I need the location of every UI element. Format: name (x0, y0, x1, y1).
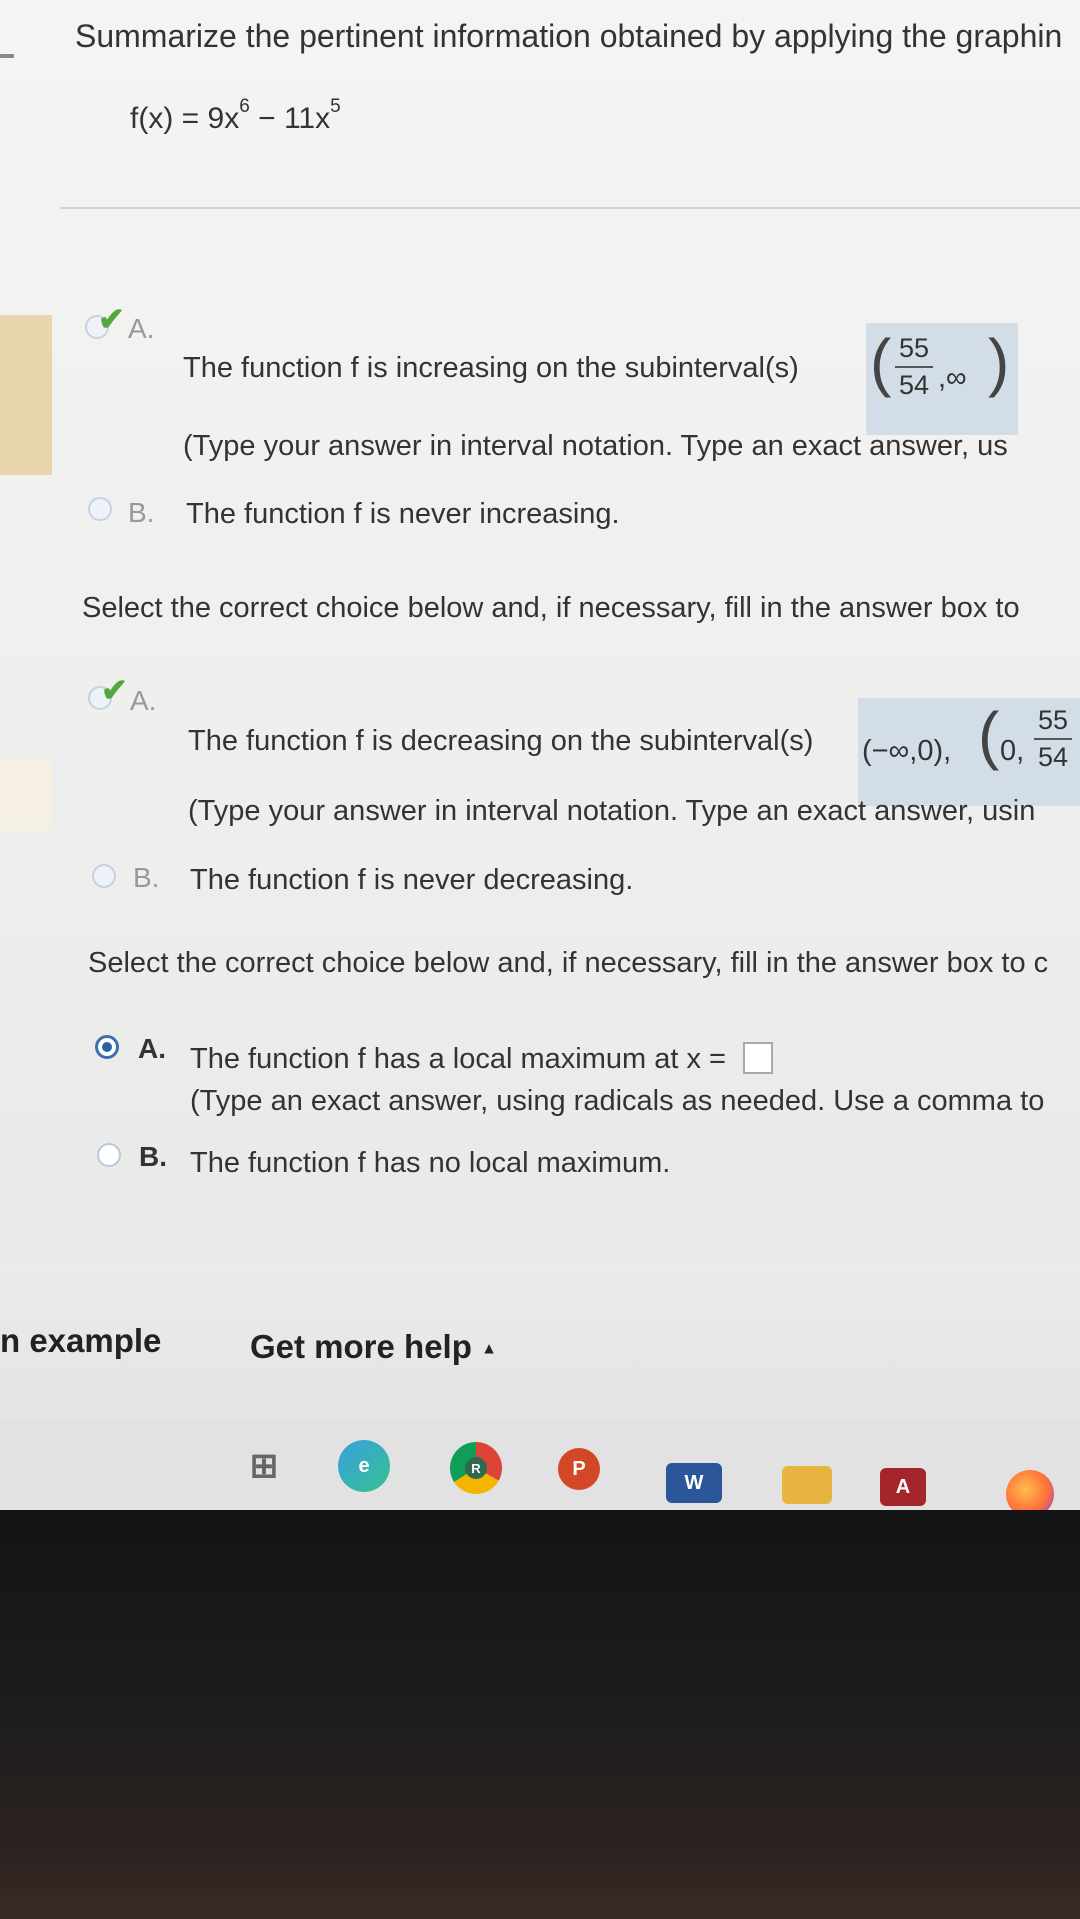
correct-check-icon: ✔ (98, 301, 125, 337)
formula-part: − 11x (249, 102, 331, 135)
local-max-answer-input[interactable] (743, 1042, 773, 1074)
local-max-choice-a-hint: (Type an exact answer, using radicals as… (190, 1085, 1045, 1117)
decreasing-choice-b-text: The function f is never decreasing. (190, 864, 634, 896)
word-icon[interactable]: W (666, 1463, 722, 1503)
choice-letter: A. (130, 685, 157, 716)
fraction-numerator: 55 (898, 333, 930, 363)
decreasing-choice-a-text: The function f is decreasing on the subi… (188, 725, 814, 757)
local-max-prompt: Select the correct choice below and, if … (88, 947, 1049, 979)
increasing-choice-b-text: The function f is never increasing. (186, 498, 620, 530)
decreasing-answer-fraction: 55 54 (1034, 705, 1072, 773)
fraction-bar (1034, 738, 1072, 740)
paren-open: ( (978, 699, 1000, 771)
choice-letter: B. (139, 1141, 167, 1172)
firefox-icon[interactable] (1006, 1470, 1054, 1510)
chrome-browser-icon[interactable]: R (450, 1442, 502, 1494)
paren-close: ) (988, 326, 1010, 398)
formula-exponent: 5 (330, 96, 341, 117)
help-footer (0, 1262, 1080, 1422)
screen: Summarize the pertinent information obta… (0, 0, 1080, 1510)
decreasing-choice-b-radio[interactable] (92, 864, 116, 888)
formula-part: f(x) = 9x (130, 102, 240, 135)
choice-letter: B. (128, 497, 155, 528)
decreasing-hint: (Type your answer in interval notation. … (188, 795, 1036, 827)
chrome-profile-badge: R (465, 1457, 487, 1479)
choice-letter: B. (133, 862, 160, 893)
formula-exponent: 6 (239, 96, 250, 117)
increasing-choice-b-radio[interactable] (88, 497, 112, 521)
monitor-bezel (0, 1510, 1080, 1919)
choice-letter: A. (138, 1033, 166, 1064)
increasing-answer-tail: ,∞ (938, 362, 967, 394)
fraction-bar (895, 366, 933, 368)
decreasing-answer-part2: 0, (1000, 735, 1025, 767)
increasing-answer-fraction: 55 54 (895, 333, 933, 401)
function-formula: f(x) = 9x6 − 11x5 (130, 96, 341, 136)
local-max-choice-a-radio[interactable] (95, 1035, 119, 1059)
access-icon[interactable]: A (880, 1468, 926, 1506)
view-example-link[interactable]: n example (0, 1322, 161, 1360)
sidebar-highlight-1 (0, 315, 52, 475)
question-instruction: Summarize the pertinent information obta… (75, 18, 1063, 54)
chevron-up-icon: ▲ (481, 1340, 497, 1358)
fraction-numerator: 55 (1037, 705, 1069, 735)
increasing-hint: (Type your answer in interval notation. … (183, 430, 1008, 462)
paren-open: ( (870, 326, 892, 398)
edge-browser-icon[interactable]: e (338, 1440, 390, 1492)
correct-check-icon: ✔ (101, 672, 128, 708)
task-view-icon[interactable]: ⊞ (238, 1440, 290, 1492)
local-max-choice-a-text: The function f has a local maximum at x … (190, 1043, 726, 1075)
local-max-choice-b-radio[interactable] (97, 1143, 121, 1167)
get-more-help-label: Get more help (250, 1328, 472, 1365)
increasing-choice-a-text: The function f is increasing on the subi… (183, 352, 799, 384)
choice-letter: A. (128, 313, 155, 344)
file-explorer-icon[interactable] (782, 1466, 832, 1504)
tab-marker (0, 54, 14, 58)
section-divider (60, 207, 1080, 209)
decreasing-answer-part1: (−∞,0), (862, 735, 952, 767)
local-max-choice-b-text: The function f has no local maximum. (190, 1147, 671, 1179)
fraction-denominator: 54 (898, 370, 930, 400)
get-more-help-link[interactable]: Get more help ▲ (250, 1328, 497, 1366)
sidebar-highlight-2 (0, 760, 52, 830)
decreasing-prompt: Select the correct choice below and, if … (82, 592, 1020, 624)
fraction-denominator: 54 (1037, 742, 1069, 772)
powerpoint-icon[interactable]: P (558, 1448, 600, 1490)
